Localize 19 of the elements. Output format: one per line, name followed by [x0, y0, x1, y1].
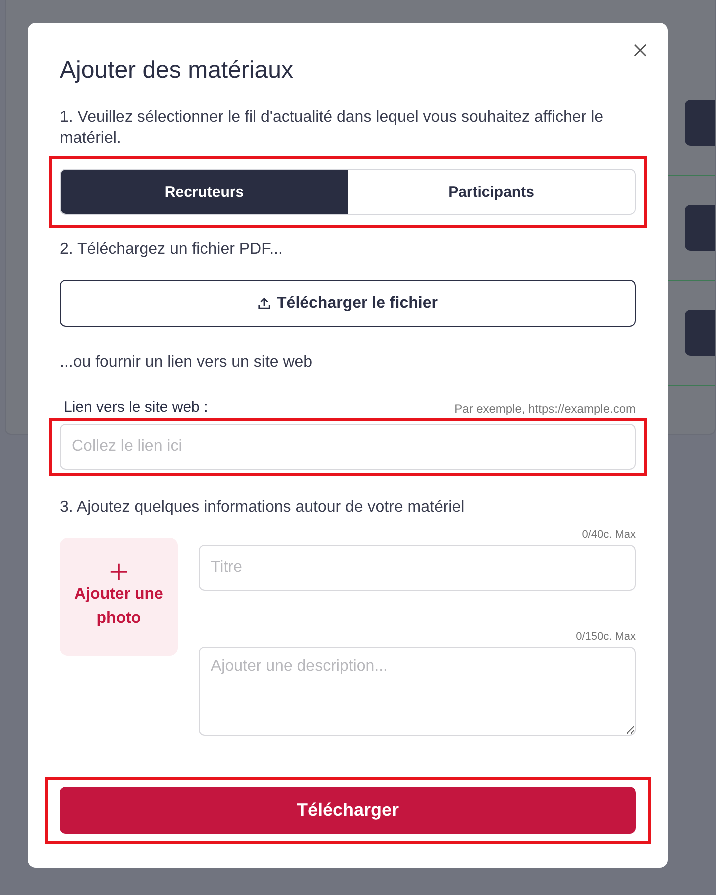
upload-file-button[interactable]: Télécharger le fichier	[60, 280, 636, 327]
description-input-field[interactable]: Ajouter une description...	[199, 647, 636, 736]
instruction-text: ...ou fournir un lien vers un site web	[60, 353, 314, 373]
close-icon[interactable]	[634, 44, 647, 57]
character-counter: 0/40c. Max	[582, 528, 636, 542]
link-input-field[interactable]: Collez le lien ici	[60, 424, 636, 470]
field-label: Lien vers le site web :	[64, 399, 208, 416]
add-photo-button[interactable]: Ajouter une photo	[60, 538, 178, 656]
plus-icon	[110, 563, 128, 581]
upload-icon	[258, 297, 272, 310]
character-counter: 0/150c. Max	[576, 630, 636, 644]
instruction-text: 1. Veuillez sélectionner le fil d'actualité dans lequel vous souhaitez afficher le matériel.	[60, 108, 605, 149]
feed-option[interactable]: Recruteurs	[61, 170, 348, 214]
submit-button[interactable]: Télécharger	[60, 787, 636, 834]
field-hint: Par exemple, https://example.com	[454, 402, 636, 416]
instruction-text: 3. Ajoutez quelques informations autour de votre matériel	[60, 498, 466, 518]
instruction-text: 2. Téléchargez un fichier PDF...	[60, 240, 284, 260]
dialog-title: Ajouter des matériaux	[60, 57, 294, 85]
title-input-field[interactable]: Titre	[199, 545, 636, 591]
